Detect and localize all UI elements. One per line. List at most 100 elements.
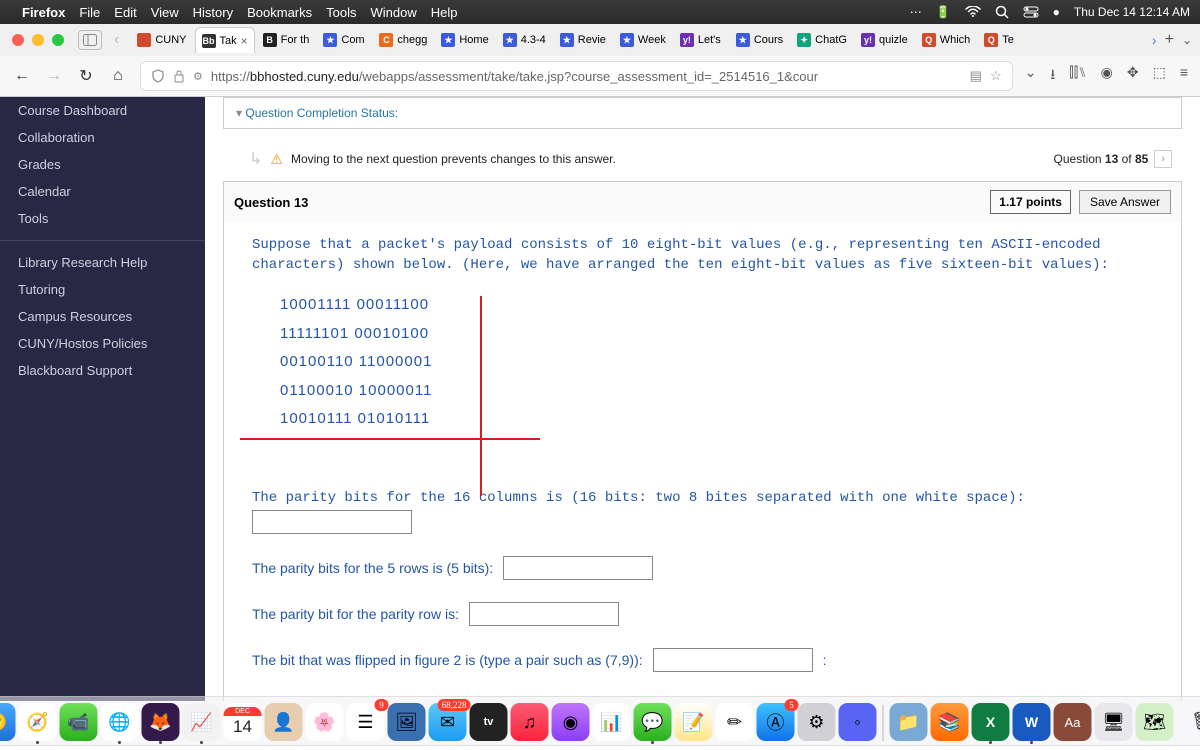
browser-tab[interactable]: CUNY: [131, 27, 192, 53]
numbers-icon[interactable]: 📊: [593, 703, 631, 741]
extension2-icon[interactable]: ⬚: [1153, 64, 1166, 88]
browser-tab[interactable]: ★4.3-4: [497, 27, 552, 53]
preview-icon[interactable]: 🖼: [388, 703, 426, 741]
sidebar-item[interactable]: Tools: [0, 205, 205, 232]
sidebar-item[interactable]: Tutoring: [0, 276, 205, 303]
sidebar-item[interactable]: Campus Resources: [0, 303, 205, 330]
books-icon[interactable]: 📚: [931, 703, 969, 741]
app-menu-icon[interactable]: ≡: [1180, 64, 1188, 88]
pocket-icon[interactable]: ⌄: [1025, 64, 1037, 88]
notes-icon[interactable]: 📝: [675, 703, 713, 741]
sidebar-item[interactable]: Calendar: [0, 178, 205, 205]
save-answer-button[interactable]: Save Answer: [1079, 190, 1171, 214]
minimize-window-icon[interactable]: [32, 34, 44, 46]
photos-icon[interactable]: 🌸: [306, 703, 344, 741]
menu-view[interactable]: View: [151, 5, 179, 20]
battery-icon[interactable]: 🔋: [936, 5, 951, 19]
parity-16-input[interactable]: [252, 510, 412, 534]
folder-icon[interactable]: 📁: [890, 703, 928, 741]
lock-icon[interactable]: [173, 69, 185, 83]
freeform-icon[interactable]: ✏: [716, 703, 754, 741]
browser-tab[interactable]: ★Revie: [554, 27, 612, 53]
app-name[interactable]: Firefox: [22, 5, 65, 20]
sidebar-toggle-icon[interactable]: [78, 30, 102, 50]
url-bar[interactable]: ⚙ https://bbhosted.cuny.edu/webapps/asse…: [140, 61, 1013, 91]
maximize-window-icon[interactable]: [52, 34, 64, 46]
browser-tab[interactable]: y!Let's: [674, 27, 728, 53]
dictionary-icon[interactable]: Aa: [1054, 703, 1092, 741]
bookmark-star-icon[interactable]: ☆: [990, 68, 1002, 84]
messages-icon[interactable]: 💬: [634, 703, 672, 741]
library-icon[interactable]: ⫿⫿⑊: [1069, 64, 1086, 88]
appstore-icon[interactable]: Ⓐ5: [757, 703, 795, 741]
settings-icon[interactable]: ⚙: [798, 703, 836, 741]
contacts-icon[interactable]: 👤: [265, 703, 303, 741]
new-tab-button[interactable]: +: [1165, 31, 1174, 49]
discord-icon[interactable]: ◦: [839, 703, 877, 741]
menu-edit[interactable]: Edit: [114, 5, 136, 20]
firefox-icon[interactable]: 🦊: [142, 703, 180, 741]
tab-overflow-icon[interactable]: ⌄: [1182, 33, 1192, 47]
sidebar-item[interactable]: CUNY/Hostos Policies: [0, 330, 205, 357]
siri-icon[interactable]: ●: [1053, 5, 1060, 19]
flipped-bit-input[interactable]: [653, 648, 813, 672]
bartender-icon[interactable]: ⋯: [910, 5, 922, 19]
downloads-icon[interactable]: ⭳: [1050, 64, 1055, 88]
home-button[interactable]: ⌂: [108, 67, 128, 85]
facetime-icon[interactable]: 📹: [60, 703, 98, 741]
window-controls[interactable]: [12, 34, 64, 46]
search-icon[interactable]: [995, 5, 1009, 19]
browser-tab[interactable]: ★Week: [614, 27, 672, 53]
account-icon[interactable]: ◉: [1101, 64, 1113, 88]
screenshot-icon[interactable]: 🖥: [1095, 703, 1133, 741]
sidebar-item[interactable]: Collaboration: [0, 124, 205, 151]
menu-history[interactable]: History: [193, 5, 233, 20]
appletv-icon[interactable]: tv: [470, 703, 508, 741]
reader-mode-icon[interactable]: ▤: [970, 68, 982, 84]
menu-help[interactable]: Help: [431, 5, 458, 20]
browser-tab[interactable]: BbTak×: [195, 27, 255, 53]
browser-tab[interactable]: BFor th: [257, 27, 316, 53]
close-window-icon[interactable]: [12, 34, 24, 46]
chrome-icon[interactable]: 🌐: [101, 703, 139, 741]
clock[interactable]: Thu Dec 14 12:14 AM: [1074, 5, 1190, 19]
menu-tools[interactable]: Tools: [326, 5, 356, 20]
browser-tab[interactable]: QTe: [978, 27, 1032, 53]
permissions-icon[interactable]: ⚙: [193, 70, 203, 83]
sidebar-item[interactable]: Blackboard Support: [0, 357, 205, 384]
finder-icon[interactable]: 🙂: [0, 703, 16, 741]
close-tab-icon[interactable]: ×: [241, 34, 248, 48]
reload-button[interactable]: ↻: [76, 66, 96, 86]
browser-tab[interactable]: y!quizle: [855, 27, 914, 53]
control-center-icon[interactable]: [1023, 6, 1039, 18]
shield-icon[interactable]: [151, 69, 165, 83]
word-icon[interactable]: W: [1013, 703, 1051, 741]
reminders-icon[interactable]: ☰9: [347, 703, 385, 741]
calendar-icon[interactable]: DEC 14: [224, 703, 262, 741]
sidebar-item[interactable]: Grades: [0, 151, 205, 178]
menu-bookmarks[interactable]: Bookmarks: [247, 5, 312, 20]
parity-5-input[interactable]: [503, 556, 653, 580]
music-icon[interactable]: ♫: [511, 703, 549, 741]
trash-icon[interactable]: 🗑: [1183, 701, 1200, 741]
browser-tab[interactable]: ✦ChatG: [791, 27, 853, 53]
forward-button[interactable]: →: [44, 67, 64, 85]
sidebar-item[interactable]: Course Dashboard: [0, 97, 205, 124]
browser-tab[interactable]: QWhich: [916, 27, 977, 53]
browser-tab[interactable]: Cchegg: [373, 27, 433, 53]
extensions-icon[interactable]: ✥: [1127, 64, 1139, 88]
safari-icon[interactable]: 🧭: [19, 703, 57, 741]
parity-row-input[interactable]: [469, 602, 619, 626]
menu-window[interactable]: Window: [371, 5, 417, 20]
browser-tab[interactable]: ★Home: [435, 27, 494, 53]
menu-file[interactable]: File: [79, 5, 100, 20]
back-button[interactable]: ←: [12, 67, 32, 85]
wifi-icon[interactable]: [965, 6, 981, 18]
mail-icon[interactable]: ✉68,228: [429, 703, 467, 741]
activity-monitor-icon[interactable]: 📈: [183, 703, 221, 741]
completion-status-bar[interactable]: Question Completion Status:: [223, 97, 1182, 129]
maps-icon[interactable]: 🗺: [1136, 703, 1174, 741]
browser-tab[interactable]: ★Cours: [730, 27, 789, 53]
excel-icon[interactable]: X: [972, 703, 1010, 741]
browser-tab[interactable]: ★Com: [317, 27, 371, 53]
